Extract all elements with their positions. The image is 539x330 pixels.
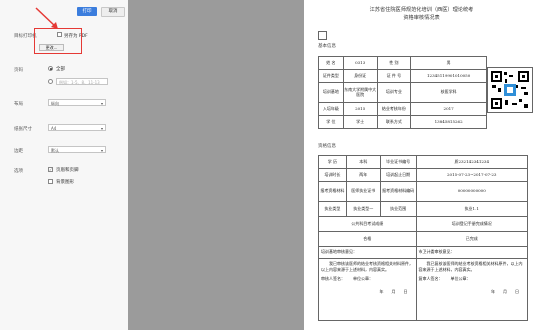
layout-value: 纵向 <box>51 101 59 106</box>
cell: 男 <box>410 56 487 70</box>
qr-code <box>487 67 533 113</box>
cell: 培训时长 <box>318 168 347 182</box>
cell: 毕业证书编号 <box>379 155 417 169</box>
cell: 医师执业证书 <box>345 181 381 202</box>
pages-label: 页码 <box>14 68 23 73</box>
cell: 执业范围 <box>379 201 417 217</box>
print-preview-page: 江苏省住院医师规范化培训（西医）理论统考 资格审核情况表 基本信息 姓 名 031… <box>304 0 539 330</box>
cell: 12345119901010050 <box>410 69 487 83</box>
checkbox-icon <box>318 31 327 40</box>
paper-size-label: 纸张尺寸 <box>14 127 32 132</box>
cell: 培训起止日期 <box>379 168 417 182</box>
cell: 学士 <box>342 115 378 129</box>
cell: 公共科目考试成绩 <box>318 216 417 232</box>
chevron-down-icon: ▾ <box>100 148 103 153</box>
right-statement: 我已复核该医师的结业考核资格相关材料原件，以上内容来源于上述材料，内容真实。 <box>418 261 523 272</box>
cell: 已完成 <box>415 231 528 247</box>
cell: 培训登记手册完成情况 <box>415 216 528 232</box>
cell: 培训基地 <box>318 82 344 103</box>
cell: 报考资格材料 <box>318 181 347 202</box>
section-basic-info: 基本信息 <box>318 44 336 49</box>
cell: 市卫计委审核意见： <box>415 246 528 259</box>
margins-label: 边距 <box>14 149 23 154</box>
cell: 证件类型 <box>318 69 344 83</box>
right-date: 年 月 日 <box>491 288 519 294</box>
basic-info-table: 姓 名 0313 性 别男 证件类型 身份证证 件 号 1234511990101005… <box>318 56 487 129</box>
qualification-table: 学 历本科 毕业证书编号 质232142341234 培训时长 两年 培训起止日期 201… <box>318 155 528 321</box>
right-signature-row: 复审人签名： 单位公章： <box>418 276 526 282</box>
cell: 2017 <box>410 102 487 116</box>
headers-footers-label: 页眉和页脚 <box>56 168 79 173</box>
cell: 入培年级 <box>318 102 344 116</box>
background-graphics-label: 背景图形 <box>56 180 74 185</box>
cell: 证 件 号 <box>376 69 412 83</box>
cancel-button[interactable]: 取消 <box>101 7 125 17</box>
pages-all-label: 全部 <box>56 67 65 72</box>
qr-code-icon <box>491 71 529 109</box>
cell: 两年 <box>345 168 381 182</box>
background-graphics-checkbox[interactable] <box>48 179 53 184</box>
cell: 13845815262 <box>410 115 487 129</box>
cell: 培训基地审核意见： <box>318 246 417 259</box>
left-statement: 我已审核该医师的结业考核资格相关材料原件，以上内容来源于上述材料，内容真实。 <box>321 261 413 272</box>
cell: 东南大学附属中大医院 <box>342 82 378 103</box>
section-qualification: 资格信息 <box>318 144 336 149</box>
preview-background <box>128 0 304 330</box>
change-destination-button[interactable]: 更改... <box>39 44 64 51</box>
cell: 培训专业 <box>376 82 412 103</box>
right-review-cell: 我已复核该医师的结业考核资格相关材料原件，以上内容来源于上述材料，内容真实。 复… <box>415 258 528 321</box>
left-date: 年 月 日 <box>379 288 408 294</box>
left-review-cell: 我已审核该医师的结业考核资格相关材料原件，以上内容来源于上述材料，内容真实。 审… <box>318 258 417 321</box>
right-unit-label: 单位公章： <box>450 276 471 281</box>
left-signature-row: 审核人签名： 单位公章： <box>321 276 414 282</box>
cell: 执业类型 <box>318 201 347 217</box>
right-sign-label: 复审人签名： <box>418 276 443 281</box>
cell: 姓 名 <box>318 56 344 70</box>
paper-size-select[interactable]: A4 ▾ <box>48 124 106 131</box>
cell: 2015 <box>342 102 378 116</box>
cell: 合格 <box>318 231 417 247</box>
cell: 性 别 <box>376 56 412 70</box>
print-settings-panel: 打印 取消 目标打印机 另存为 PDF 更改... 页码 全部 例如：1-5、8… <box>0 0 129 330</box>
cell: 执业1.1 <box>415 201 528 217</box>
chevron-down-icon: ▾ <box>100 126 103 131</box>
cell: 2015-07-23~2017-07-23 <box>415 168 528 182</box>
left-sign-label: 审核人签名： <box>321 276 345 281</box>
cell: 结业考核年份 <box>376 102 412 116</box>
cell: 本科 <box>345 155 381 169</box>
pages-all-radio[interactable] <box>48 66 53 71</box>
paper-size-value: A4 <box>51 126 57 131</box>
cell: 执业类型一 <box>345 201 381 217</box>
layout-select[interactable]: 纵向 ▾ <box>48 99 106 106</box>
print-button[interactable]: 打印 <box>77 7 97 16</box>
cell: 核医学科 <box>410 82 487 103</box>
cell: 学 历 <box>318 155 347 169</box>
margins-select[interactable]: 默认 ▾ <box>48 146 106 153</box>
layout-label: 布局 <box>14 102 23 107</box>
chevron-down-icon: ▾ <box>100 101 103 106</box>
doc-subtitle: 资格审核情况表 <box>403 15 440 21</box>
doc-title: 江苏省住院医师规范化培训（西医）理论统考 <box>369 7 474 13</box>
cell: 报考资格材料编码 <box>379 181 417 202</box>
cell: 学 位 <box>318 115 344 129</box>
left-unit-label: 单位公章： <box>353 276 373 281</box>
headers-footers-checkbox[interactable]: ✓ <box>48 167 53 172</box>
cell: 0313 <box>342 56 378 70</box>
margins-value: 默认 <box>51 148 59 153</box>
cell: 质232142341234 <box>415 155 528 169</box>
options-label: 选项 <box>14 169 23 174</box>
cell: 00000000000 <box>415 181 528 202</box>
pages-input[interactable]: 例如：1-5、8、11-13 <box>56 78 108 85</box>
cell: 联系方式 <box>376 115 412 129</box>
cell: 身份证 <box>342 69 378 83</box>
pages-custom-radio[interactable] <box>48 79 53 84</box>
